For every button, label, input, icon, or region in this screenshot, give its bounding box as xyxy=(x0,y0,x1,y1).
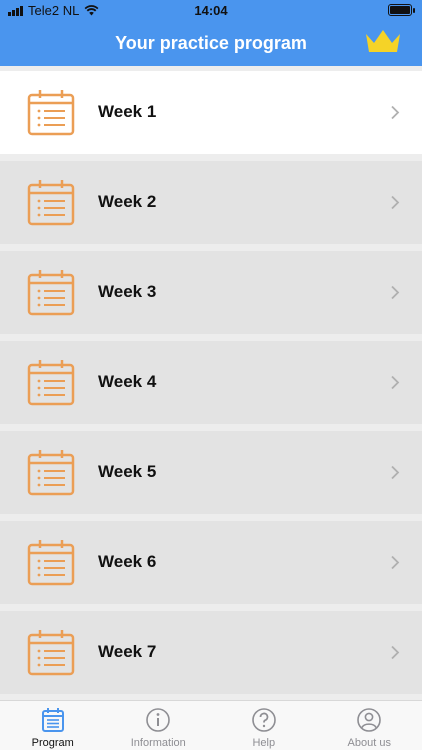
app-header: Tele2 NL 14:04 Your practice program xyxy=(0,0,422,66)
week-row[interactable]: Week 4 xyxy=(0,341,422,424)
week-label: Week 3 xyxy=(98,282,157,301)
person-icon xyxy=(357,708,382,732)
chevron-right-icon xyxy=(391,375,400,390)
calendar-icon xyxy=(27,540,75,586)
tab-program[interactable]: Program xyxy=(0,701,106,750)
chevron-right-icon xyxy=(391,555,400,570)
calendar-icon xyxy=(27,270,75,316)
calendar-icon xyxy=(27,90,75,136)
week-row[interactable]: Week 2 xyxy=(0,161,422,244)
chevron-right-icon xyxy=(391,465,400,480)
week-label: Week 6 xyxy=(98,552,157,571)
calendar-icon xyxy=(27,630,75,676)
crown-icon[interactable] xyxy=(364,28,402,56)
week-row[interactable]: Week 7 xyxy=(0,611,422,694)
tab-label: Program xyxy=(31,737,74,749)
calendar-list-icon xyxy=(41,708,64,732)
week-row[interactable]: Week 6 xyxy=(0,521,422,604)
week-label: Week 4 xyxy=(98,372,157,391)
chevron-right-icon xyxy=(391,105,400,120)
tab-about-us[interactable]: About us xyxy=(317,701,422,750)
tab-label: Information xyxy=(130,737,186,749)
tab-help[interactable]: Help xyxy=(211,701,317,750)
tab-information[interactable]: Information xyxy=(106,701,212,750)
week-label: Week 5 xyxy=(98,462,157,481)
chevron-right-icon xyxy=(391,195,400,210)
battery-icon xyxy=(388,4,415,16)
tab-label: Help xyxy=(252,737,276,749)
question-icon xyxy=(251,708,276,732)
page-title: Your practice program xyxy=(115,33,307,53)
week-label: Week 1 xyxy=(98,102,157,121)
status-time: 14:04 xyxy=(194,3,228,18)
week-row[interactable]: Week 5 xyxy=(0,431,422,514)
tab-label: About us xyxy=(347,737,391,749)
info-icon xyxy=(146,708,171,732)
week-row[interactable]: Week 3 xyxy=(0,251,422,334)
calendar-icon xyxy=(27,450,75,496)
chevron-right-icon xyxy=(391,645,400,660)
week-label: Week 7 xyxy=(98,642,157,661)
week-list: Week 1 Week 2 Week 3 Week 4 Week 5 Week 6 Week… xyxy=(0,66,422,700)
tab-bar: Program Information Help About us xyxy=(0,700,422,750)
week-label: Week 2 xyxy=(98,192,157,211)
calendar-icon xyxy=(27,360,75,406)
calendar-icon xyxy=(27,180,75,226)
week-row[interactable]: Week 1 xyxy=(0,71,422,154)
status-bar: Tele2 NL 14:04 xyxy=(0,0,422,22)
chevron-right-icon xyxy=(391,285,400,300)
